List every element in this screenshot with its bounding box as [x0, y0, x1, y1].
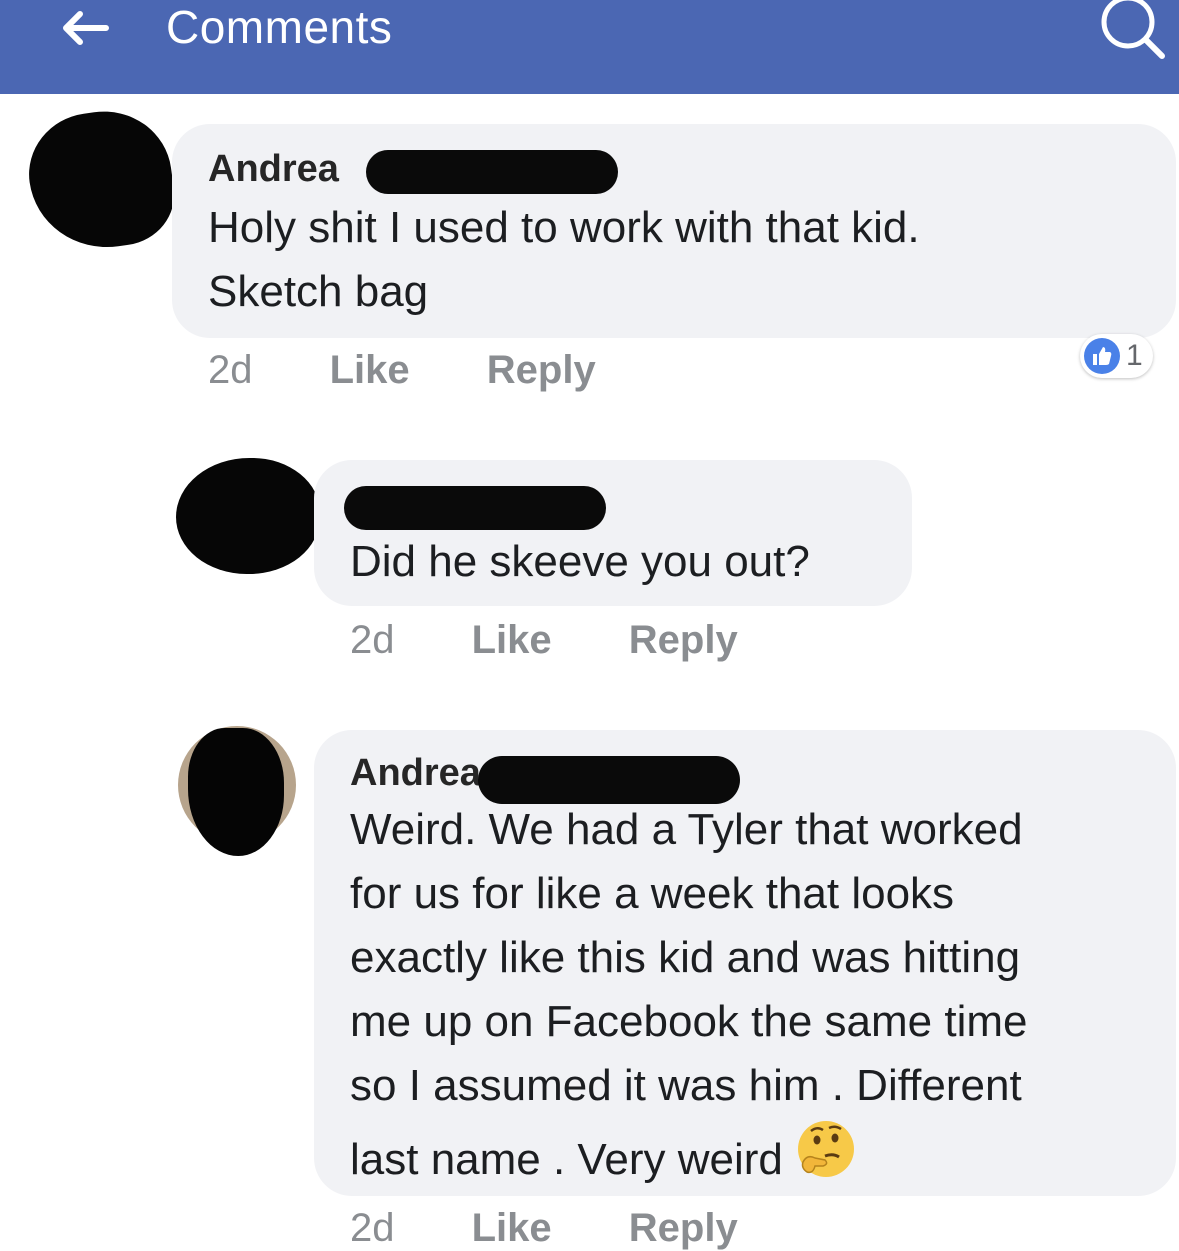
comment-actions: 2d Like Reply	[350, 618, 738, 663]
comment-text: Did he skeeve you out?	[350, 537, 810, 586]
top-bar: Comments	[0, 0, 1179, 94]
comment-text: Weird. We had a Tyler that worked for us…	[350, 805, 1028, 1184]
author-redaction	[366, 150, 618, 194]
avatar[interactable]	[21, 102, 181, 258]
page-title: Comments	[166, 1, 393, 53]
timestamp: 2d	[350, 1206, 395, 1250]
reply-button[interactable]: Reply	[629, 618, 738, 662]
reply-button[interactable]: Reply	[487, 348, 596, 392]
search-icon[interactable]	[1090, 0, 1170, 60]
thinking-face-icon	[798, 1121, 855, 1177]
avatar[interactable]	[176, 458, 320, 574]
comment-text: Holy shit I used to work with that kid. …	[208, 203, 920, 316]
timestamp: 2d	[350, 618, 395, 662]
like-button[interactable]: Like	[330, 348, 410, 392]
reply-button[interactable]: Reply	[629, 1206, 738, 1250]
comment-actions: 2d Like Reply	[350, 1206, 738, 1251]
avatar-redaction	[188, 728, 284, 856]
reaction-badge[interactable]: 1	[1080, 334, 1153, 378]
author-redaction	[344, 486, 606, 530]
timestamp: 2d	[208, 348, 253, 392]
reaction-count: 1	[1126, 339, 1143, 372]
like-button[interactable]: Like	[472, 618, 552, 662]
comment-actions: 2d Like Reply	[208, 348, 596, 393]
comment-author[interactable]: Andrea	[208, 148, 339, 191]
author-redaction	[478, 756, 740, 804]
like-button[interactable]: Like	[472, 1206, 552, 1250]
back-arrow-icon[interactable]	[56, 6, 112, 50]
comment-author[interactable]: Andrea	[350, 752, 481, 795]
thumbs-up-icon	[1084, 338, 1120, 374]
